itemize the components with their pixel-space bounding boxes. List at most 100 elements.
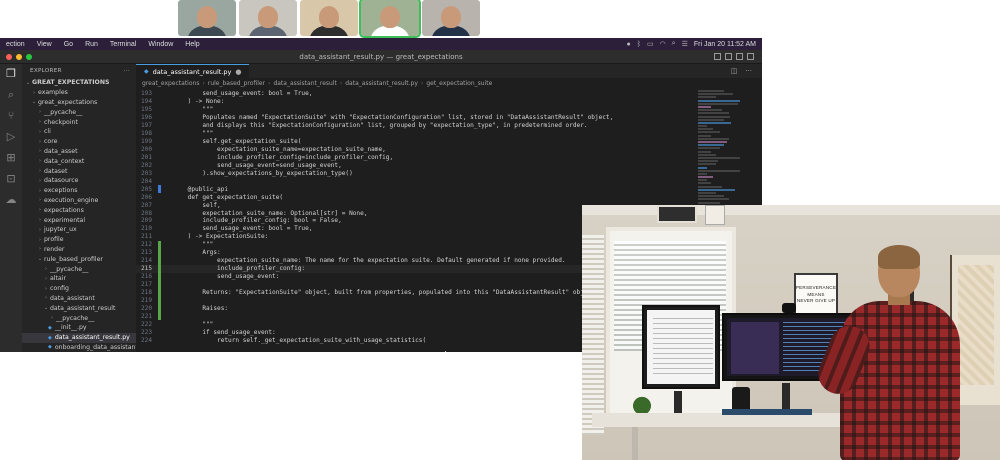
change-gutter[interactable]: [158, 225, 161, 233]
participant-video-tile[interactable]: [359, 0, 421, 38]
folder-item[interactable]: ⌄ data_assistant_result: [22, 303, 136, 313]
change-gutter[interactable]: [158, 288, 161, 297]
editor-tab-active[interactable]: ◆ data_assistant_result.py ●: [136, 64, 250, 78]
code-line[interactable]: 204: [136, 177, 696, 185]
change-gutter[interactable]: [158, 256, 161, 265]
search-icon[interactable]: ⌕: [672, 40, 676, 48]
breadcrumb-item[interactable]: get_expectation_suite: [426, 80, 492, 87]
more-actions-icon[interactable]: ···: [124, 68, 136, 74]
change-gutter[interactable]: [158, 146, 161, 154]
change-gutter[interactable]: [158, 161, 161, 169]
source-control-icon[interactable]: ⑂: [8, 110, 15, 122]
code-line[interactable]: 197 and displays this "ExpectationConfig…: [136, 122, 696, 130]
change-gutter[interactable]: [158, 201, 161, 209]
participant-video-tile[interactable]: [239, 0, 297, 36]
change-gutter[interactable]: [158, 138, 161, 146]
change-gutter[interactable]: [158, 209, 161, 217]
maximize-window-icon[interactable]: [26, 54, 32, 60]
menu-item-terminal[interactable]: Terminal: [104, 41, 142, 48]
folder-item[interactable]: › altair: [22, 274, 136, 284]
change-gutter[interactable]: [158, 304, 161, 313]
toggle-panel-icon[interactable]: [725, 53, 732, 60]
folder-item[interactable]: › examples: [22, 88, 136, 98]
change-gutter[interactable]: [158, 328, 161, 336]
extensions-icon[interactable]: ⊞: [6, 152, 15, 164]
change-gutter[interactable]: [158, 169, 161, 177]
folder-item[interactable]: › dataset: [22, 166, 136, 176]
remote-explorer-icon[interactable]: ⊡: [6, 173, 15, 185]
change-gutter[interactable]: [158, 122, 161, 130]
folder-item[interactable]: › jupyter_ux: [22, 225, 136, 235]
change-gutter[interactable]: [158, 240, 161, 249]
folder-item[interactable]: › data_context: [22, 156, 136, 166]
more-actions-icon[interactable]: ···: [745, 67, 752, 75]
change-gutter[interactable]: [158, 154, 161, 162]
code-line[interactable]: 196 Populates named "ExpectationSuite" w…: [136, 114, 696, 122]
code-line[interactable]: 203 ).show_expectations_by_expectation_t…: [136, 169, 696, 177]
change-gutter[interactable]: [158, 90, 161, 98]
folder-item[interactable]: › __pycache__: [22, 264, 136, 274]
menu-item-section[interactable]: ection: [0, 41, 31, 48]
participant-video-tile[interactable]: [422, 0, 480, 36]
folder-item[interactable]: › datasource: [22, 176, 136, 186]
folder-item[interactable]: › experimental: [22, 215, 136, 225]
change-gutter[interactable]: [158, 98, 161, 106]
minimize-window-icon[interactable]: [16, 54, 22, 60]
search-icon[interactable]: ⌕: [8, 89, 14, 101]
toggle-sidebar-icon[interactable]: [714, 53, 721, 60]
change-gutter[interactable]: [158, 130, 161, 138]
code-line[interactable]: 202 send_usage_event=send_usage_event,: [136, 161, 696, 169]
code-line[interactable]: 195 """: [136, 106, 696, 114]
bluetooth-icon[interactable]: ᛒ: [637, 41, 641, 48]
battery-icon[interactable]: ▭: [647, 40, 654, 48]
explorer-root-folder[interactable]: ⌄ GREAT_EXPECTATIONS: [22, 78, 136, 88]
folder-item[interactable]: › data_asset: [22, 147, 136, 157]
control-center-icon[interactable]: ☰: [682, 40, 688, 48]
change-gutter[interactable]: [158, 336, 161, 344]
file-item[interactable]: ◆ data_assistant_result.py: [22, 332, 136, 343]
change-gutter[interactable]: [158, 312, 161, 321]
menubar-clock[interactable]: Fri Jan 20 11:52 AM: [694, 41, 756, 48]
file-item[interactable]: ◆ __init__.py: [22, 323, 136, 333]
code-line[interactable]: 193 send_usage_event: bool = True,: [136, 90, 696, 98]
docker-icon[interactable]: ☁: [6, 194, 17, 206]
menu-item-window[interactable]: Window: [142, 41, 179, 48]
split-editor-icon[interactable]: ◫: [731, 67, 738, 75]
code-line[interactable]: 200 expectation_suite_name=expectation_s…: [136, 146, 696, 154]
folder-item[interactable]: › cli: [22, 127, 136, 137]
menu-item-view[interactable]: View: [31, 41, 58, 48]
folder-item[interactable]: › __pycache__: [22, 313, 136, 323]
close-tab-icon[interactable]: ●: [235, 68, 241, 76]
breadcrumb-item[interactable]: data_assistant_result: [273, 80, 336, 87]
menu-item-help[interactable]: Help: [179, 41, 205, 48]
folder-item[interactable]: › core: [22, 137, 136, 147]
menu-item-go[interactable]: Go: [58, 41, 79, 48]
code-line[interactable]: 198 """: [136, 130, 696, 138]
folder-item[interactable]: › checkpoint: [22, 117, 136, 127]
change-gutter[interactable]: [158, 217, 161, 225]
breadcrumb-item[interactable]: great_expectations: [142, 80, 199, 87]
change-gutter[interactable]: [158, 320, 161, 328]
folder-item[interactable]: › exceptions: [22, 186, 136, 196]
folder-item[interactable]: ⌄ rule_based_profiler: [22, 254, 136, 264]
change-gutter[interactable]: [158, 177, 161, 185]
toggle-secondary-sidebar-icon[interactable]: [736, 53, 743, 60]
change-gutter[interactable]: [158, 296, 161, 305]
code-line[interactable]: 205 @public_api: [136, 185, 696, 194]
change-gutter[interactable]: [158, 280, 161, 289]
folder-item[interactable]: › profile: [22, 235, 136, 245]
code-line[interactable]: 206 def get_expectation_suite(: [136, 193, 696, 201]
folder-item[interactable]: › expectations: [22, 205, 136, 215]
change-gutter[interactable]: [158, 248, 161, 257]
run-debug-icon[interactable]: ▷: [7, 131, 15, 143]
code-line[interactable]: 201 include_profiler_config=include_prof…: [136, 154, 696, 162]
change-gutter[interactable]: [158, 114, 161, 122]
wifi-icon[interactable]: ◠: [660, 40, 666, 48]
breadcrumb-item[interactable]: rule_based_profiler: [208, 80, 265, 87]
record-icon[interactable]: ●: [627, 41, 631, 48]
code-line[interactable]: 194 ) -> None:: [136, 98, 696, 106]
close-window-icon[interactable]: [6, 54, 12, 60]
change-gutter[interactable]: [158, 233, 161, 241]
folder-item[interactable]: ⌄ great_expectations: [22, 98, 136, 108]
code-line[interactable]: 199 self.get_expectation_suite(: [136, 138, 696, 146]
